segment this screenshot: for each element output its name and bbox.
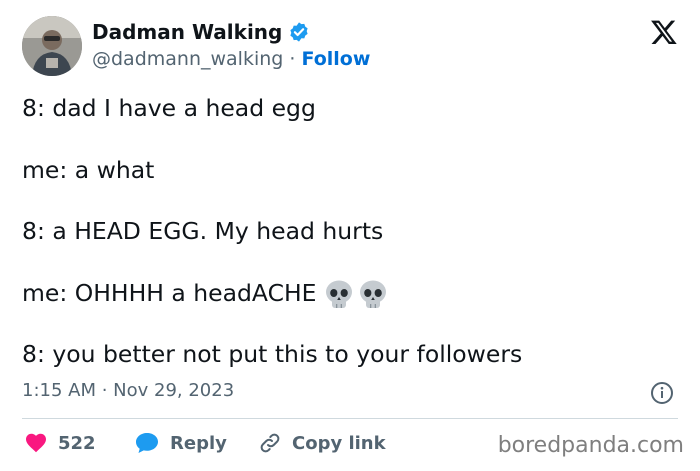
reply-bubble-icon — [136, 433, 158, 453]
tweet-line-3: 8: a HEAD EGG. My head hurts — [22, 217, 384, 245]
reply-button[interactable]: Reply — [134, 431, 227, 455]
tweet-line-4: me: OHHHH a headACHE — [22, 279, 317, 307]
watermark: boredpanda.com — [497, 433, 684, 458]
author-display-name[interactable]: Dadman Walking — [92, 20, 282, 44]
copy-link-button[interactable]: Copy link — [258, 431, 386, 455]
like-button[interactable]: 522 — [24, 431, 96, 455]
author-handle[interactable]: @dadmann_walking — [92, 48, 283, 70]
tweet-line-4-row: me: OHHHH a headACHE — [22, 278, 387, 310]
tweet-line-1: 8: dad I have a head egg — [22, 94, 316, 122]
heart-icon — [26, 433, 46, 453]
reply-label: Reply — [170, 432, 227, 454]
tweet-line-5: 8: you better not put this to your follo… — [22, 340, 523, 368]
handle-separator: · — [283, 48, 302, 70]
verified-badge-icon — [290, 22, 308, 42]
like-count: 522 — [58, 432, 96, 454]
skull-emoji-icon — [325, 280, 352, 308]
tweet-line-2: me: a what — [22, 156, 155, 184]
skull-emoji-group — [325, 280, 387, 310]
avatar[interactable] — [22, 16, 82, 76]
x-logo-icon[interactable] — [650, 18, 678, 46]
divider — [22, 418, 678, 419]
handle-row: @dadmann_walking · Follow — [92, 48, 370, 70]
tweet-timestamp[interactable]: 1:15 AM · Nov 29, 2023 — [22, 380, 234, 401]
avatar-image — [22, 16, 82, 76]
info-icon[interactable] — [650, 381, 674, 405]
follow-button[interactable]: Follow — [301, 48, 370, 70]
copy-link-label: Copy link — [292, 432, 386, 454]
link-icon — [260, 433, 280, 453]
author-name-row[interactable]: Dadman Walking — [92, 20, 310, 44]
skull-emoji-icon — [359, 280, 386, 308]
